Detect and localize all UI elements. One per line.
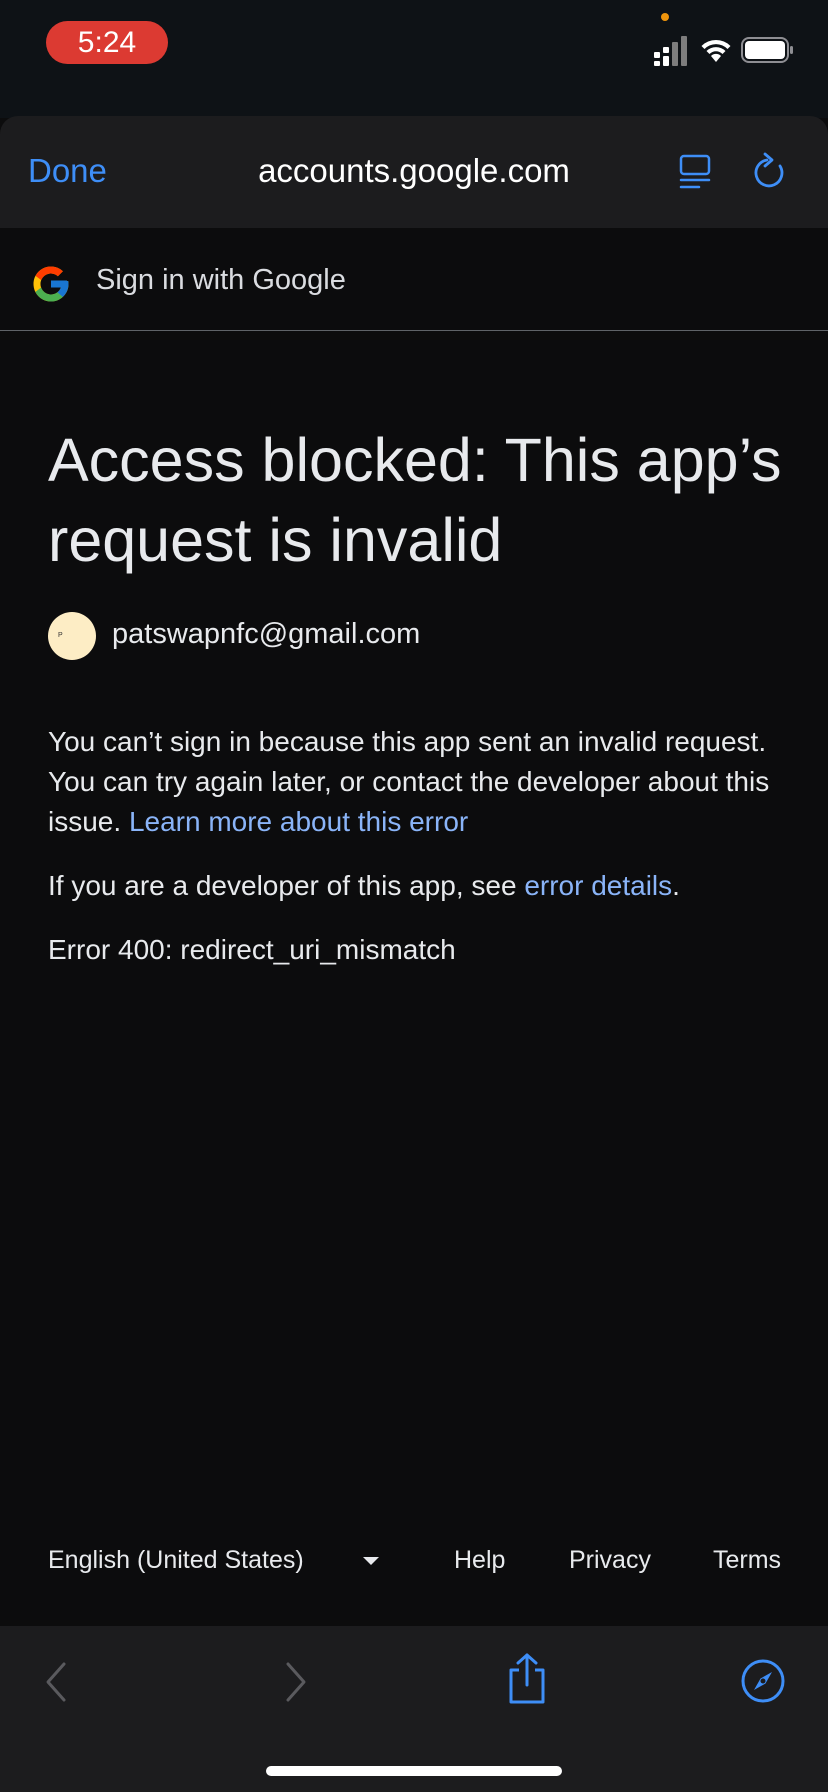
- reader-view-icon[interactable]: [677, 154, 713, 190]
- error-message: You can’t sign in because this app sent …: [48, 722, 788, 842]
- google-g-icon: [33, 266, 69, 302]
- page-title: Access blocked: This app’s request is in…: [48, 426, 782, 574]
- compass-icon[interactable]: [740, 1658, 786, 1704]
- error-code: Error 400: redirect_uri_mismatch: [48, 934, 456, 965]
- cellular-signal-icon: [654, 36, 687, 66]
- learn-more-link[interactable]: Learn more about this error: [129, 806, 468, 837]
- share-icon[interactable]: [505, 1652, 549, 1706]
- language-select[interactable]: English (United States): [48, 1546, 304, 1575]
- battery-icon: [741, 37, 793, 63]
- footer: English (United States) Help Privacy Ter…: [0, 1540, 828, 1584]
- error-details-link[interactable]: error details: [524, 870, 672, 901]
- status-time: 5:24: [46, 21, 168, 64]
- signin-with-google-label: Sign in with Google: [96, 264, 346, 296]
- developer-note-text: If you are a developer of this app, see: [48, 870, 517, 901]
- developer-note-period: .: [672, 870, 680, 901]
- status-bar: 5:24: [0, 0, 828, 118]
- reload-icon[interactable]: [754, 152, 790, 192]
- back-icon[interactable]: [42, 1660, 72, 1704]
- browser-header: Done accounts.google.com: [0, 116, 828, 228]
- privacy-link[interactable]: Privacy: [569, 1546, 651, 1575]
- developer-note: If you are a developer of this app, see …: [48, 866, 788, 906]
- home-indicator: [266, 1766, 562, 1776]
- wifi-icon: [701, 39, 731, 62]
- account-email: patswapnfc@gmail.com: [112, 618, 421, 650]
- terms-link[interactable]: Terms: [713, 1546, 781, 1575]
- help-link[interactable]: Help: [454, 1546, 505, 1575]
- forward-icon[interactable]: [280, 1660, 310, 1704]
- avatar: P: [48, 612, 96, 660]
- chevron-down-icon[interactable]: [363, 1557, 379, 1565]
- google-signin-bar: Sign in with Google: [0, 228, 828, 331]
- done-button[interactable]: Done: [28, 152, 107, 190]
- privacy-indicator-dot: [661, 13, 669, 21]
